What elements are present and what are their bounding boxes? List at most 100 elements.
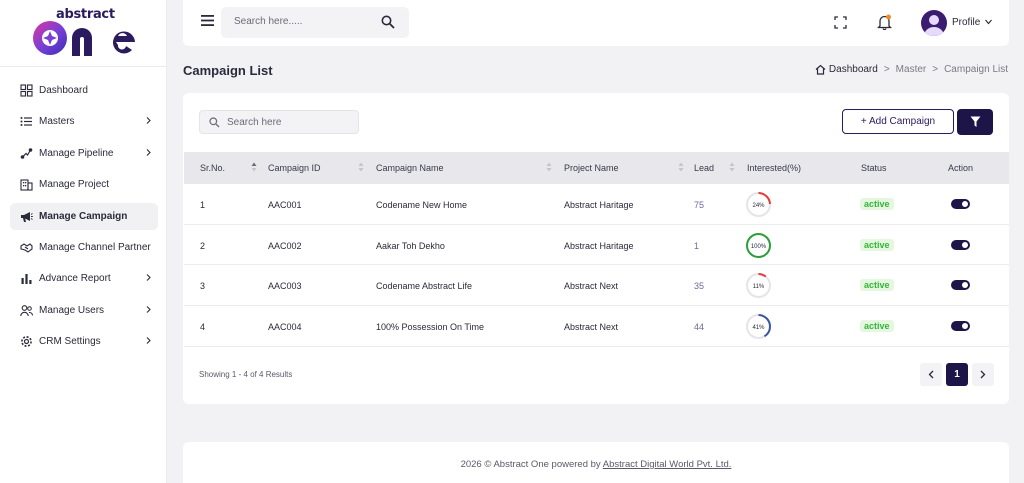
user-avatar-icon bbox=[924, 15, 944, 36]
chevron-right-icon bbox=[980, 370, 986, 379]
column-header-lead[interactable]: Lead bbox=[694, 163, 714, 173]
campaign-id-cell: AAC002 bbox=[268, 240, 302, 251]
sidebar-item-label: Manage Channel Partner bbox=[39, 241, 151, 253]
project-name-cell: Abstract Haritage bbox=[564, 200, 634, 210]
table-row: 1 AAC001 Codename New Home Abstract Haritag… bbox=[184, 184, 1009, 225]
interested-progress-ring: 24% bbox=[746, 192, 771, 217]
users-icon bbox=[20, 304, 33, 316]
lead-cell: 1 bbox=[694, 240, 700, 251]
home-icon bbox=[815, 64, 826, 75]
pagination: 1 bbox=[920, 363, 994, 386]
status-badge: active bbox=[860, 279, 894, 292]
sort-icon[interactable] bbox=[546, 162, 552, 172]
logo-mark bbox=[33, 21, 135, 56]
page-title: Campaign List bbox=[183, 63, 273, 78]
sidebar-item-manage-project[interactable]: Manage Project bbox=[10, 171, 158, 198]
page-button-current[interactable]: 1 bbox=[946, 363, 968, 386]
pipeline-icon bbox=[20, 147, 33, 159]
sr-no-cell: 3 bbox=[200, 281, 206, 292]
next-page-button[interactable] bbox=[972, 363, 994, 386]
chevron-right-icon bbox=[146, 274, 151, 282]
interested-progress-ring: 11% bbox=[746, 273, 771, 299]
campaign-name-cell: Codename Abstract Life bbox=[376, 281, 473, 292]
lead-cell: 44 bbox=[694, 322, 705, 333]
profile-menu-label[interactable]: Profile bbox=[952, 17, 980, 28]
footer-copyright: 2026 © Abstract One powered by bbox=[460, 459, 603, 470]
sidebar-item-masters[interactable]: Masters bbox=[10, 108, 158, 135]
sidebar-item-label: Dashboard bbox=[39, 85, 88, 96]
status-toggle[interactable] bbox=[951, 321, 970, 332]
campaign-id-cell: AAC001 bbox=[268, 200, 302, 210]
status-badge: active bbox=[860, 198, 894, 210]
menu-icon[interactable] bbox=[201, 15, 214, 26]
sort-icon[interactable] bbox=[678, 162, 684, 172]
breadcrumb-home[interactable]: Dashboard bbox=[815, 64, 878, 75]
megaphone-icon bbox=[21, 211, 33, 222]
notification-bell-icon[interactable] bbox=[877, 14, 892, 30]
column-header-campaign-id[interactable]: Campaign ID bbox=[268, 163, 321, 173]
status-toggle[interactable] bbox=[951, 280, 970, 291]
grid-icon bbox=[20, 84, 33, 97]
chevron-down-icon[interactable] bbox=[985, 19, 992, 25]
interested-percent-label: 100% bbox=[751, 244, 767, 250]
sidebar-nav: Dashboard Masters Manage Pipeline Manage Pr… bbox=[10, 77, 158, 360]
status-toggle[interactable] bbox=[951, 239, 970, 250]
sidebar-item-label: Manage Pipeline bbox=[39, 147, 114, 159]
interested-progress-ring: 41% bbox=[746, 314, 771, 340]
column-header-status[interactable]: Status bbox=[861, 163, 887, 173]
campaign-id-cell: AAC004 bbox=[268, 322, 302, 333]
filter-icon bbox=[970, 116, 980, 127]
project-name-cell: Abstract Next bbox=[564, 322, 619, 333]
sidebar-item-dashboard[interactable]: Dashboard bbox=[10, 77, 158, 104]
list-icon bbox=[20, 117, 32, 127]
sidebar-item-crm-settings[interactable]: CRM Settings bbox=[10, 328, 158, 355]
brand-logo[interactable]: abstract bbox=[0, 0, 167, 67]
campaign-id-cell: AAC003 bbox=[268, 281, 302, 292]
filter-button[interactable] bbox=[957, 109, 993, 135]
sr-no-cell: 1 bbox=[200, 200, 206, 210]
table-row: 4 AAC004 100% Possession On Time Abstract N… bbox=[184, 306, 1009, 347]
sidebar-item-label: Manage Users bbox=[39, 304, 105, 316]
avatar[interactable] bbox=[921, 10, 947, 36]
table-body: 1 AAC001 Codename New Home Abstract Haritag… bbox=[184, 184, 1009, 347]
sort-icon[interactable] bbox=[729, 162, 735, 172]
sidebar-item-label: Manage Campaign bbox=[39, 210, 128, 222]
sidebar-item-label: CRM Settings bbox=[39, 336, 101, 348]
column-header-interested[interactable]: Interested(%) bbox=[747, 163, 801, 173]
column-header-project-name[interactable]: Project Name bbox=[564, 163, 619, 173]
footer-text: 2026 © Abstract One powered by Abstract … bbox=[183, 459, 1009, 470]
interested-percent-label: 24% bbox=[752, 203, 765, 209]
sidebar-item-manage-pipeline[interactable]: Manage Pipeline bbox=[10, 140, 158, 167]
sidebar-item-manage-campaign[interactable]: Manage Campaign bbox=[10, 202, 158, 230]
top-search-box bbox=[221, 7, 409, 38]
campaign-list-card: + Add Campaign Sr.No. Campaign ID Campaign… bbox=[183, 93, 1009, 404]
top-search-input[interactable] bbox=[234, 16, 374, 27]
chevron-right-icon bbox=[146, 337, 151, 345]
bar-chart-icon bbox=[21, 274, 32, 285]
add-campaign-button[interactable]: + Add Campaign bbox=[842, 109, 954, 134]
sort-icon[interactable] bbox=[251, 162, 257, 172]
table-search-input[interactable] bbox=[227, 117, 352, 128]
results-summary: Showing 1 - 4 of 4 Results bbox=[199, 370, 293, 379]
breadcrumb-separator: > bbox=[883, 64, 890, 75]
sr-no-cell: 4 bbox=[200, 322, 206, 333]
sort-icon[interactable] bbox=[358, 162, 364, 172]
column-header-sr-no[interactable]: Sr.No. bbox=[200, 163, 225, 173]
fullscreen-icon[interactable] bbox=[834, 16, 847, 29]
search-icon bbox=[209, 117, 220, 128]
sr-no-cell: 2 bbox=[200, 240, 206, 251]
sidebar-item-advance-report[interactable]: Advance Report bbox=[10, 265, 158, 292]
search-icon[interactable] bbox=[381, 15, 395, 29]
prev-page-button[interactable] bbox=[920, 363, 942, 386]
sidebar-item-manage-users[interactable]: Manage Users bbox=[10, 297, 158, 324]
breadcrumb-item-master[interactable]: Master bbox=[896, 64, 927, 75]
column-header-action[interactable]: Action bbox=[948, 163, 973, 173]
lead-cell: 35 bbox=[694, 281, 705, 292]
column-header-campaign-name[interactable]: Campaign Name bbox=[376, 163, 444, 173]
chevron-left-icon bbox=[928, 370, 934, 379]
sidebar-item-label: Advance Report bbox=[39, 273, 111, 285]
sidebar-item-manage-channel-partner[interactable]: Manage Channel Partner bbox=[10, 234, 158, 261]
footer-company-link[interactable]: Abstract Digital World Pvt. Ltd. bbox=[603, 459, 732, 470]
status-toggle[interactable] bbox=[951, 199, 970, 209]
campaign-name-cell: 100% Possession On Time bbox=[376, 322, 485, 333]
